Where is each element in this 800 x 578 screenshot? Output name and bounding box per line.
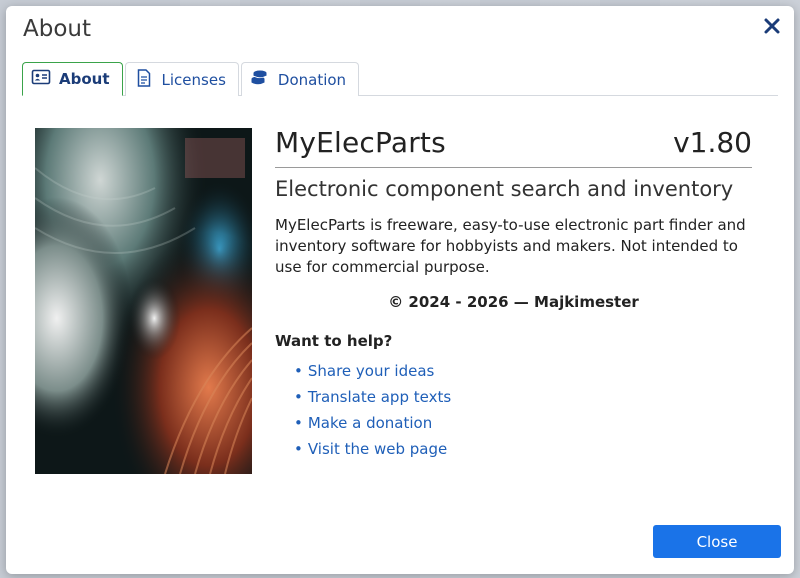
help-link-item: Share your ideas [294, 358, 752, 384]
web-page-link[interactable]: Visit the web page [308, 440, 447, 458]
help-link-item: Visit the web page [294, 436, 752, 462]
share-ideas-link[interactable]: Share your ideas [308, 362, 434, 380]
tab-donation[interactable]: Donation [240, 62, 360, 96]
help-links: Share your ideas Translate app texts Mak… [275, 358, 752, 462]
close-icon[interactable] [760, 14, 784, 38]
help-link-item: Translate app texts [294, 384, 752, 410]
document-icon [134, 68, 154, 92]
about-dialog: About About Licenses Donation MyElecPart… [6, 6, 794, 574]
tab-bar: About Licenses Donation [22, 62, 778, 96]
tab-about-label: About [59, 70, 110, 88]
help-title: Want to help? [275, 332, 393, 350]
tab-donation-label: Donation [277, 70, 347, 89]
app-artwork-image [35, 128, 252, 474]
copyright-text: © 2024 - 2026 — Majkimester [388, 293, 639, 311]
help-link-item: Make a donation [294, 410, 752, 436]
coins-icon [250, 68, 270, 92]
donation-link[interactable]: Make a donation [308, 414, 432, 432]
tab-licenses-label: Licenses [161, 70, 226, 89]
app-name: MyElecParts [275, 126, 446, 159]
translate-link[interactable]: Translate app texts [308, 388, 451, 406]
app-header: MyElecParts v1.80 [275, 126, 752, 168]
app-description: MyElecParts is freeware, easy-to-use ele… [275, 216, 746, 276]
tab-licenses[interactable]: Licenses [124, 62, 239, 96]
close-button[interactable]: Close [653, 525, 781, 558]
about-content: MyElecParts v1.80 Electronic component s… [275, 126, 752, 462]
app-version: v1.80 [673, 126, 752, 159]
dialog-title: About [23, 16, 92, 42]
app-subtitle: Electronic component search and inventor… [275, 177, 734, 201]
tab-about[interactable]: About [22, 62, 123, 96]
id-card-icon [31, 67, 51, 91]
